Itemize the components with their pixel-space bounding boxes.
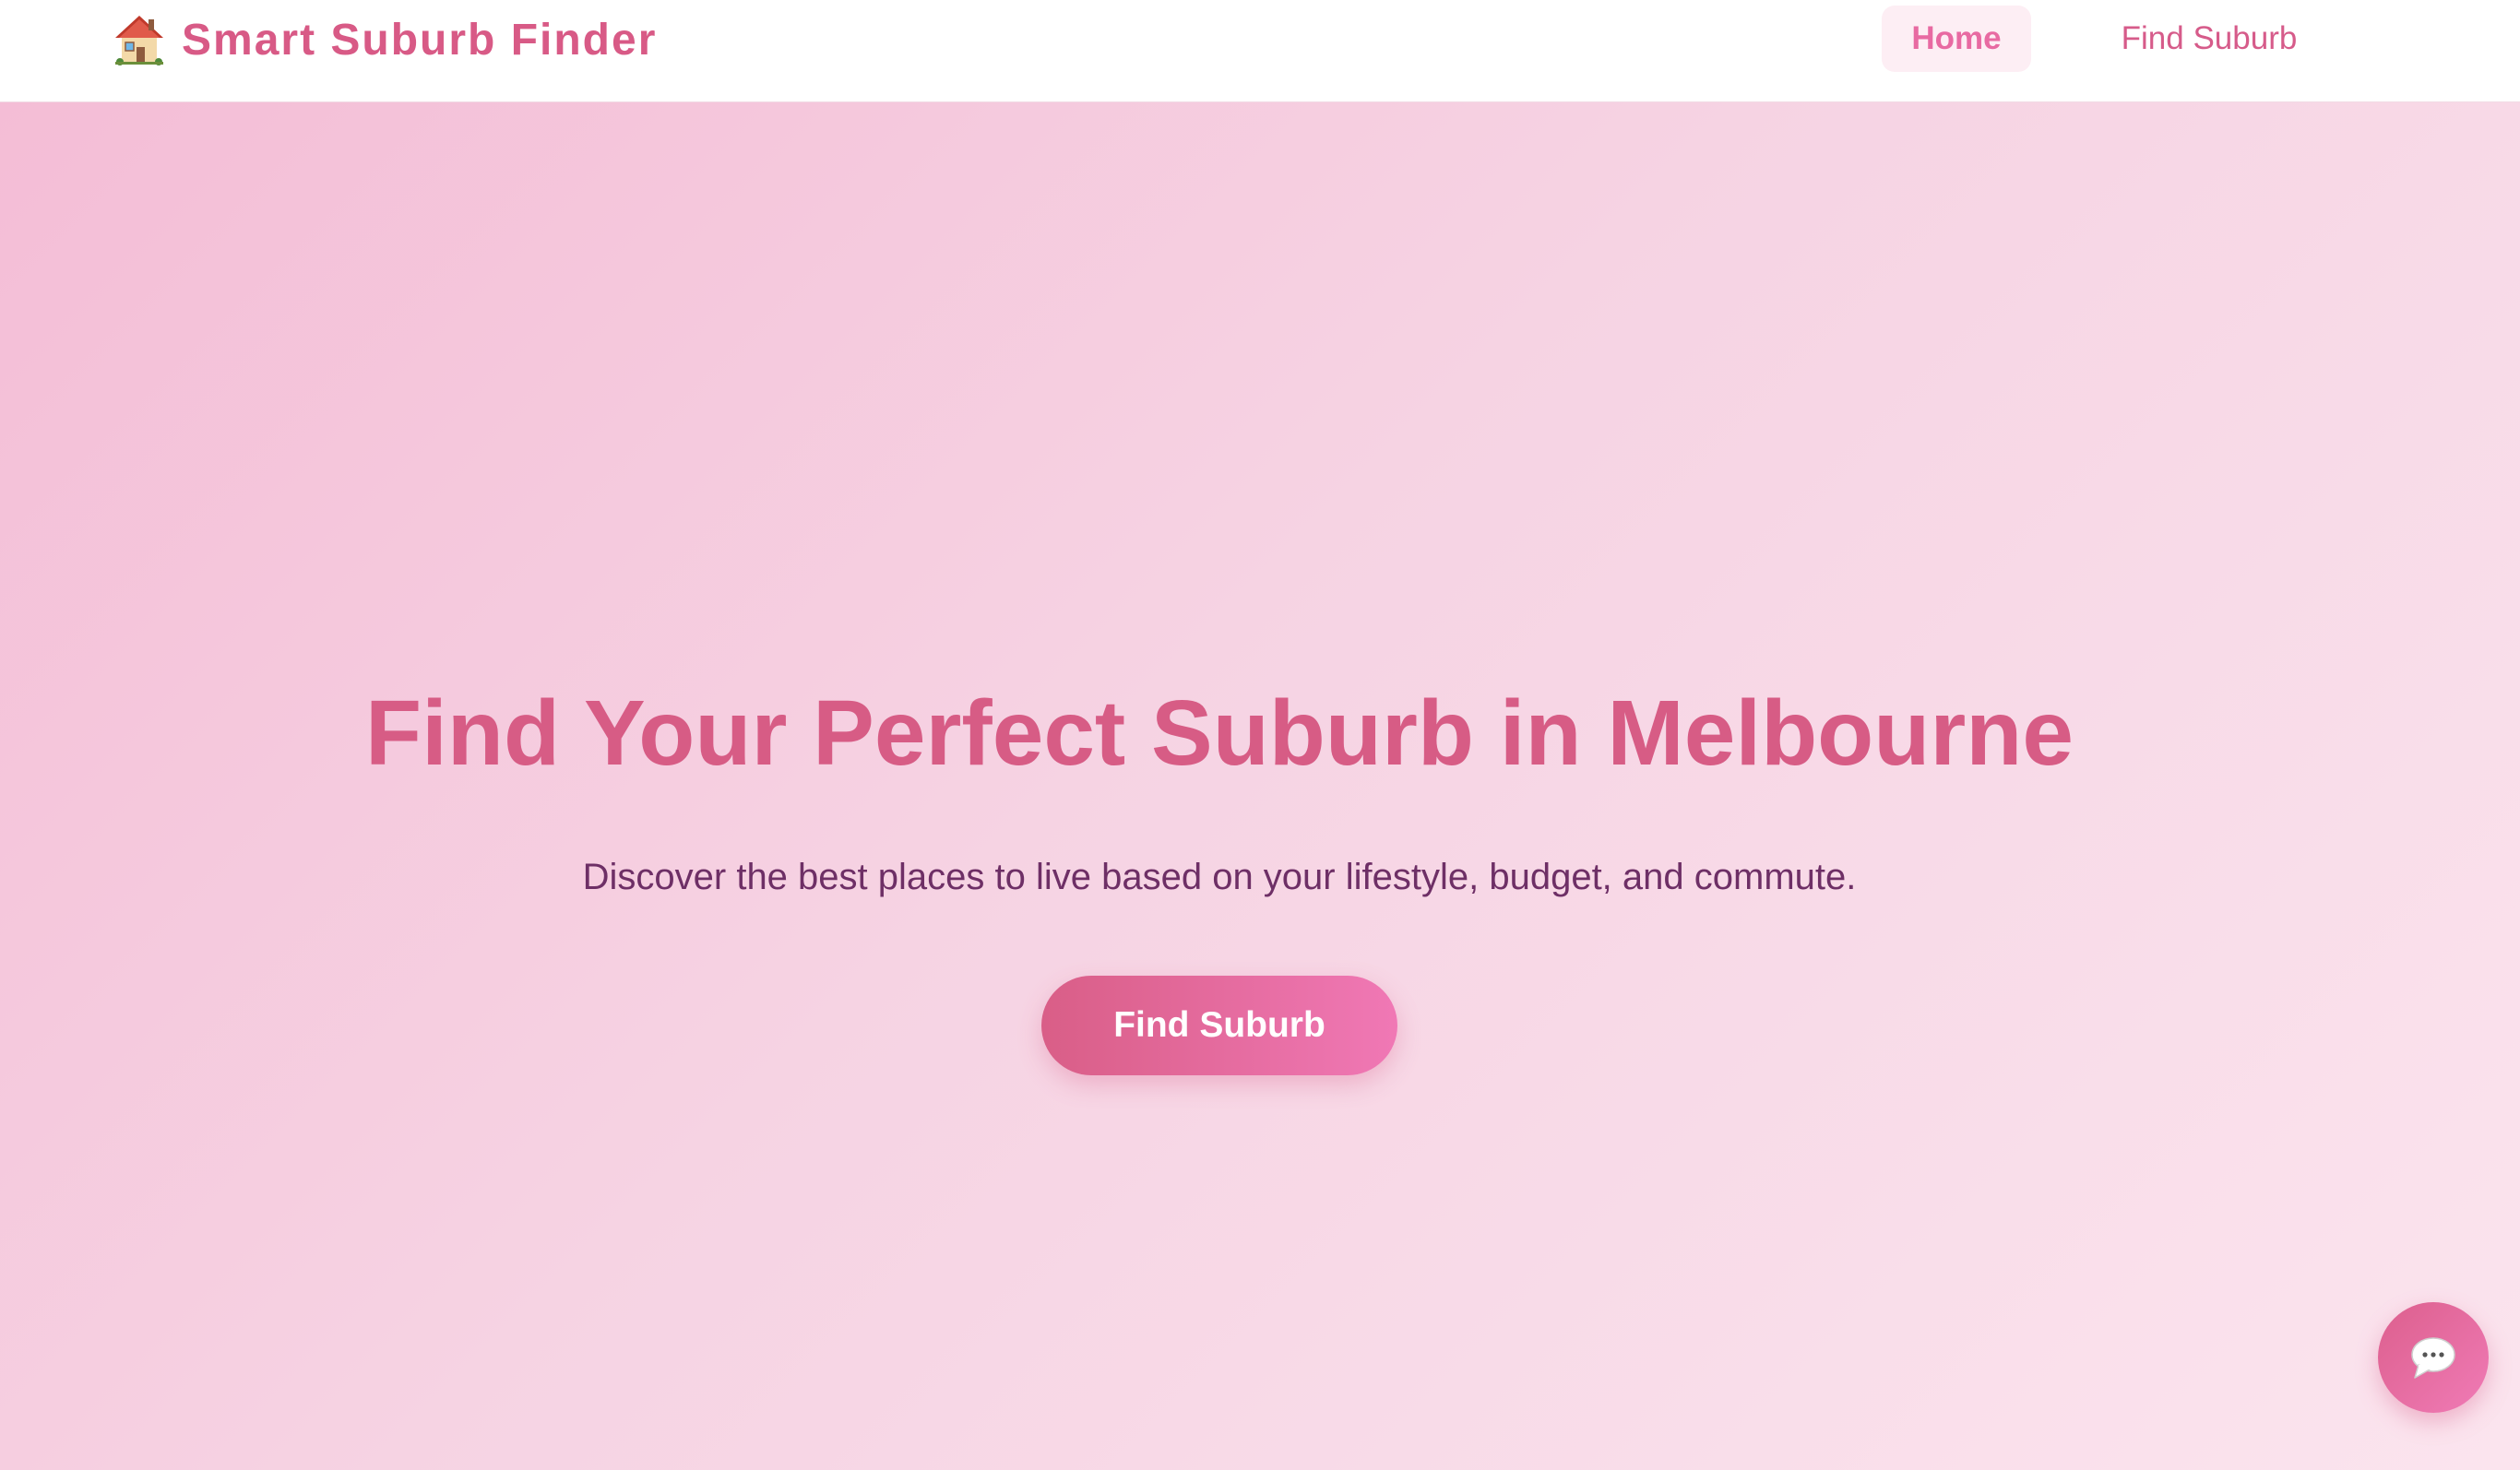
house-emoji-icon	[115, 16, 163, 65]
top-navbar: Smart Suburb Finder Home Find Suburb	[0, 0, 2520, 102]
nav-link-find-suburb[interactable]: Find Suburb	[2103, 6, 2315, 72]
chat-button[interactable]	[2378, 1302, 2489, 1413]
hero-section: Find Your Perfect Suburb in Melbourne Di…	[0, 102, 2520, 1470]
find-suburb-button[interactable]: Find Suburb	[1041, 976, 1397, 1075]
hero-subtitle: Discover the best places to live based o…	[582, 857, 1857, 897]
hero-title: Find Your Perfect Suburb in Melbourne	[365, 682, 2074, 785]
nav-link-home[interactable]: Home	[1882, 6, 2031, 72]
brand-logo-link[interactable]: Smart Suburb Finder	[112, 7, 657, 72]
speech-bubble-icon	[2411, 1337, 2455, 1379]
brand-title: Smart Suburb Finder	[182, 15, 658, 65]
